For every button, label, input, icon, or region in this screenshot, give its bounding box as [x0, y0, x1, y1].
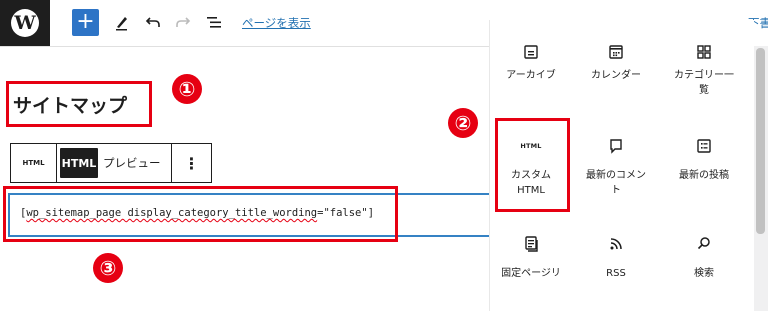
- inserter-item-latest-posts[interactable]: 最新の投稿: [660, 132, 748, 198]
- page-title[interactable]: サイトマップ: [6, 81, 152, 127]
- undo-button[interactable]: [141, 10, 165, 34]
- undo-icon: [145, 17, 160, 27]
- inserter-label: RSS: [606, 268, 626, 279]
- custom-html-highlight-box: [495, 118, 570, 212]
- wordpress-logo-icon: W: [11, 9, 39, 37]
- inserter-item-latest-comments[interactable]: 最新のコメン ト: [572, 132, 660, 198]
- annotation-2: ②: [448, 108, 478, 138]
- html-mode-button[interactable]: HTML: [60, 148, 98, 178]
- inserter-item-page-list[interactable]: 固定ページリ: [487, 230, 575, 296]
- annotation-1: ①: [172, 74, 202, 104]
- inserter-item-archive[interactable]: アーカイブ: [487, 38, 575, 104]
- comment-icon: [610, 139, 622, 154]
- list-view-button[interactable]: [202, 10, 226, 34]
- block-toolbar: HTML HTML プレビュー ⋮: [10, 143, 212, 183]
- rss-icon: [610, 238, 622, 250]
- inserter-label: 固定ページリ: [501, 268, 561, 279]
- view-page-link[interactable]: ページを表示: [242, 15, 311, 31]
- search-icon: [697, 237, 710, 250]
- inserter-label: カレンダー: [591, 70, 641, 81]
- preview-mode-button[interactable]: プレビュー: [103, 144, 161, 182]
- inserter-item-categories[interactable]: カテゴリー一 覧: [660, 38, 748, 104]
- inserter-label: カテゴリー一 覧: [674, 70, 734, 96]
- categories-icon: [697, 45, 711, 59]
- block-type-html-button[interactable]: HTML: [11, 144, 57, 182]
- redo-icon: [176, 17, 191, 27]
- inserter-item-calendar[interactable]: カレンダー: [572, 38, 660, 104]
- posts-icon: [697, 139, 711, 153]
- archive-icon: [524, 45, 538, 59]
- inserter-label: アーカイブ: [506, 70, 556, 81]
- code-highlight-box: [3, 186, 398, 242]
- inserter-label: 検索: [694, 268, 714, 279]
- pencil-icon: [116, 17, 127, 31]
- page-list-icon: [525, 236, 538, 252]
- inserter-item-search[interactable]: 検索: [660, 230, 748, 296]
- more-options-button[interactable]: ⋮: [171, 144, 211, 182]
- redo-button[interactable]: [171, 10, 195, 34]
- add-block-button[interactable]: +: [72, 9, 99, 36]
- inserter-scrollbar-thumb[interactable]: [756, 48, 765, 234]
- toolbar-divider: [0, 46, 500, 47]
- inserter-label: 最新のコメン ト: [586, 170, 646, 196]
- html-block-icon: HTML: [22, 159, 45, 167]
- more-vertical-icon: ⋮: [183, 153, 200, 173]
- wordpress-logo[interactable]: W: [0, 0, 50, 46]
- annotation-3: ③: [93, 253, 123, 283]
- inserter-label: 最新の投稿: [679, 170, 729, 181]
- calendar-icon: [609, 45, 623, 59]
- list-view-icon: [207, 17, 221, 28]
- inserter-item-rss[interactable]: RSS: [572, 230, 660, 296]
- edit-tool-button[interactable]: [110, 10, 134, 34]
- page-title-text: サイトマップ: [13, 94, 128, 117]
